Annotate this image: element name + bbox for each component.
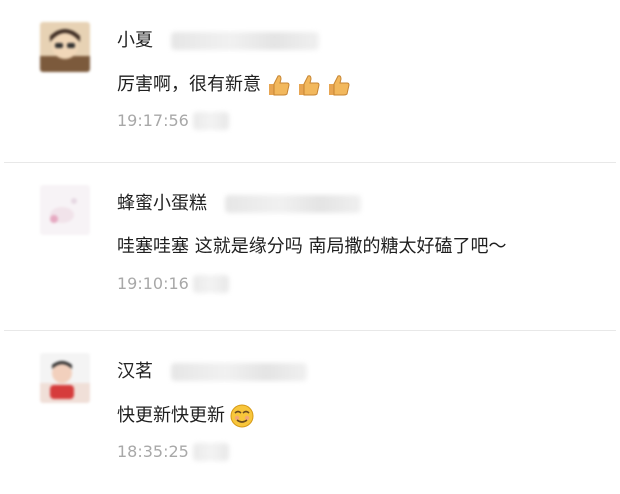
redacted-info (192, 443, 229, 461)
redacted-info (171, 32, 319, 50)
comment-text: 厉害啊，很有新意 (117, 72, 351, 98)
comment-item: 小夏 厉害啊，很有新意 19:17:56 (0, 0, 620, 163)
comment-text: 快更新快更新 (117, 403, 255, 429)
timestamp: 18:35:25 (117, 442, 189, 461)
username[interactable]: 蜂蜜小蛋糕 (117, 193, 207, 215)
comment-text: 哇塞哇塞 这就是缘分吗 南局撒的糖太好磕了吧～ (117, 236, 507, 257)
thumbs-up-icon (269, 75, 290, 96)
redacted-info (225, 195, 361, 213)
comment-item: 汉茗 快更新快更新 18:35:25 (0, 331, 620, 494)
redacted-info (171, 363, 307, 381)
redacted-info (192, 112, 229, 130)
thumbs-up-icon (299, 75, 320, 96)
comment-item: 蜂蜜小蛋糕 哇塞哇塞 这就是缘分吗 南局撒的糖太好磕了吧～ 19:10:16 (0, 163, 620, 331)
avatar[interactable] (40, 22, 90, 72)
avatar[interactable] (40, 185, 90, 235)
comment-list: 小夏 厉害啊，很有新意 19:17:56 蜂蜜小蛋糕 哇塞哇塞 这就是缘分吗 南… (0, 0, 620, 494)
redacted-info (192, 275, 229, 293)
thumbs-up-icon (329, 75, 350, 96)
timestamp: 19:10:16 (117, 274, 189, 293)
username[interactable]: 汉茗 (117, 361, 153, 383)
username[interactable]: 小夏 (117, 30, 153, 52)
timestamp: 19:17:56 (117, 111, 189, 130)
grinning-face-icon (230, 404, 254, 428)
avatar[interactable] (40, 353, 90, 403)
